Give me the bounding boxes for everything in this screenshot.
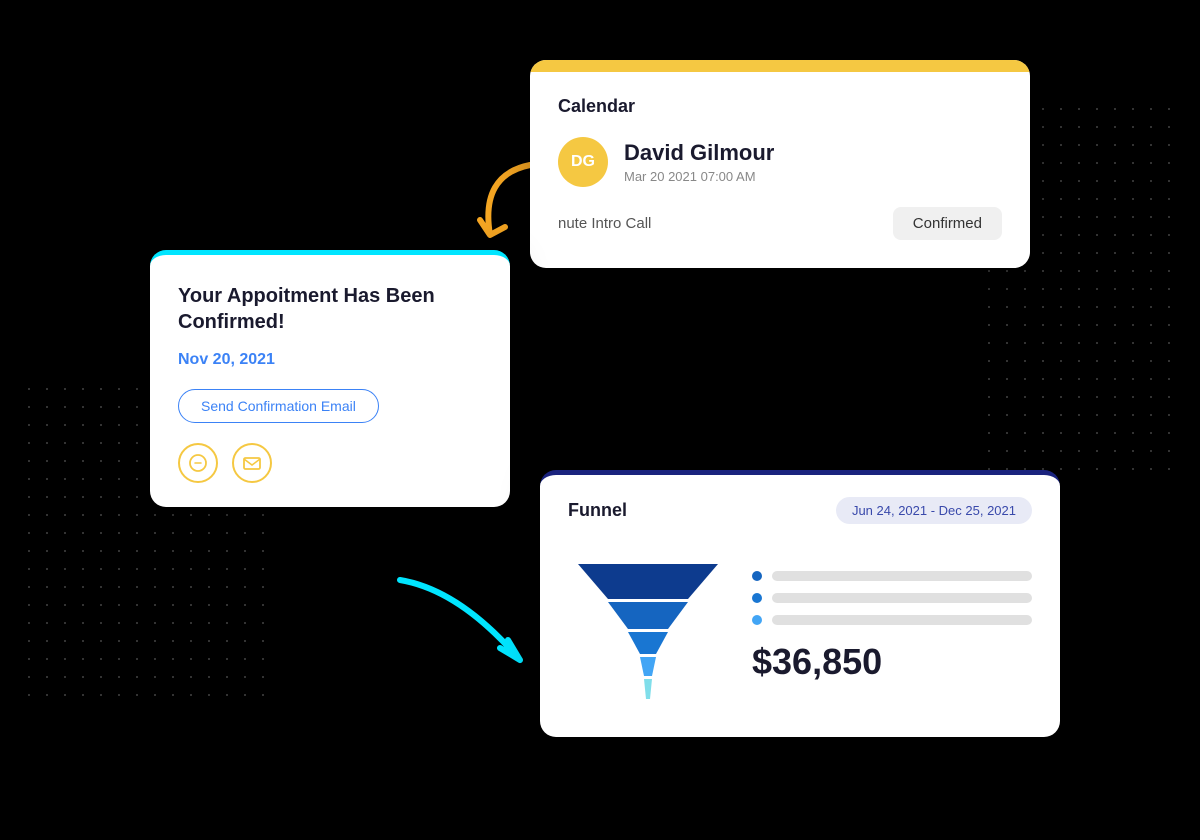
- appointment-title: Your Appoitment Has Been Confirmed!: [178, 283, 482, 335]
- confirmed-badge: Confirmed: [893, 207, 1002, 240]
- appointment-card: Your Appoitment Has Been Confirmed! Nov …: [150, 250, 510, 507]
- legend-item-1: [752, 571, 1032, 581]
- appointment-icons: [178, 443, 482, 483]
- funnel-card: Funnel Jun 24, 2021 - Dec 25, 2021: [540, 470, 1060, 737]
- calendar-meeting-row: nute Intro Call Confirmed: [558, 207, 1002, 240]
- funnel-header: Funnel Jun 24, 2021 - Dec 25, 2021: [568, 497, 1032, 524]
- calendar-title: Calendar: [558, 96, 1002, 117]
- funnel-content: $36,850: [568, 544, 1032, 709]
- calendar-meeting-text: nute Intro Call: [558, 215, 651, 232]
- legend-dot-3: [752, 615, 762, 625]
- legend-bar-3: [772, 615, 1032, 625]
- funnel-legend: [752, 571, 1032, 625]
- appointment-date: Nov 20, 2021: [178, 351, 482, 369]
- funnel-amount: $36,850: [752, 641, 1032, 683]
- email-icon[interactable]: [232, 443, 272, 483]
- funnel-right: $36,850: [752, 571, 1032, 683]
- legend-item-3: [752, 615, 1032, 625]
- legend-bar-2: [772, 593, 1032, 603]
- funnel-title: Funnel: [568, 500, 627, 521]
- legend-item-2: [752, 593, 1032, 603]
- calendar-user-date: Mar 20 2021 07:00 AM: [624, 169, 774, 184]
- legend-dot-1: [752, 571, 762, 581]
- chat-icon[interactable]: [178, 443, 218, 483]
- cyan-arrow-icon: [380, 560, 560, 680]
- legend-dot-2: [752, 593, 762, 603]
- send-confirmation-email-button[interactable]: Send Confirmation Email: [178, 389, 379, 423]
- calendar-user-name: David Gilmour: [624, 140, 774, 166]
- calendar-card: Calendar DG David Gilmour Mar 20 2021 07…: [530, 60, 1030, 268]
- calendar-card-header: [530, 60, 1030, 72]
- calendar-user-row: DG David Gilmour Mar 20 2021 07:00 AM: [558, 137, 1002, 187]
- funnel-visual: [568, 544, 728, 709]
- avatar: DG: [558, 137, 608, 187]
- legend-bar-1: [772, 571, 1032, 581]
- funnel-date-range: Jun 24, 2021 - Dec 25, 2021: [836, 497, 1032, 524]
